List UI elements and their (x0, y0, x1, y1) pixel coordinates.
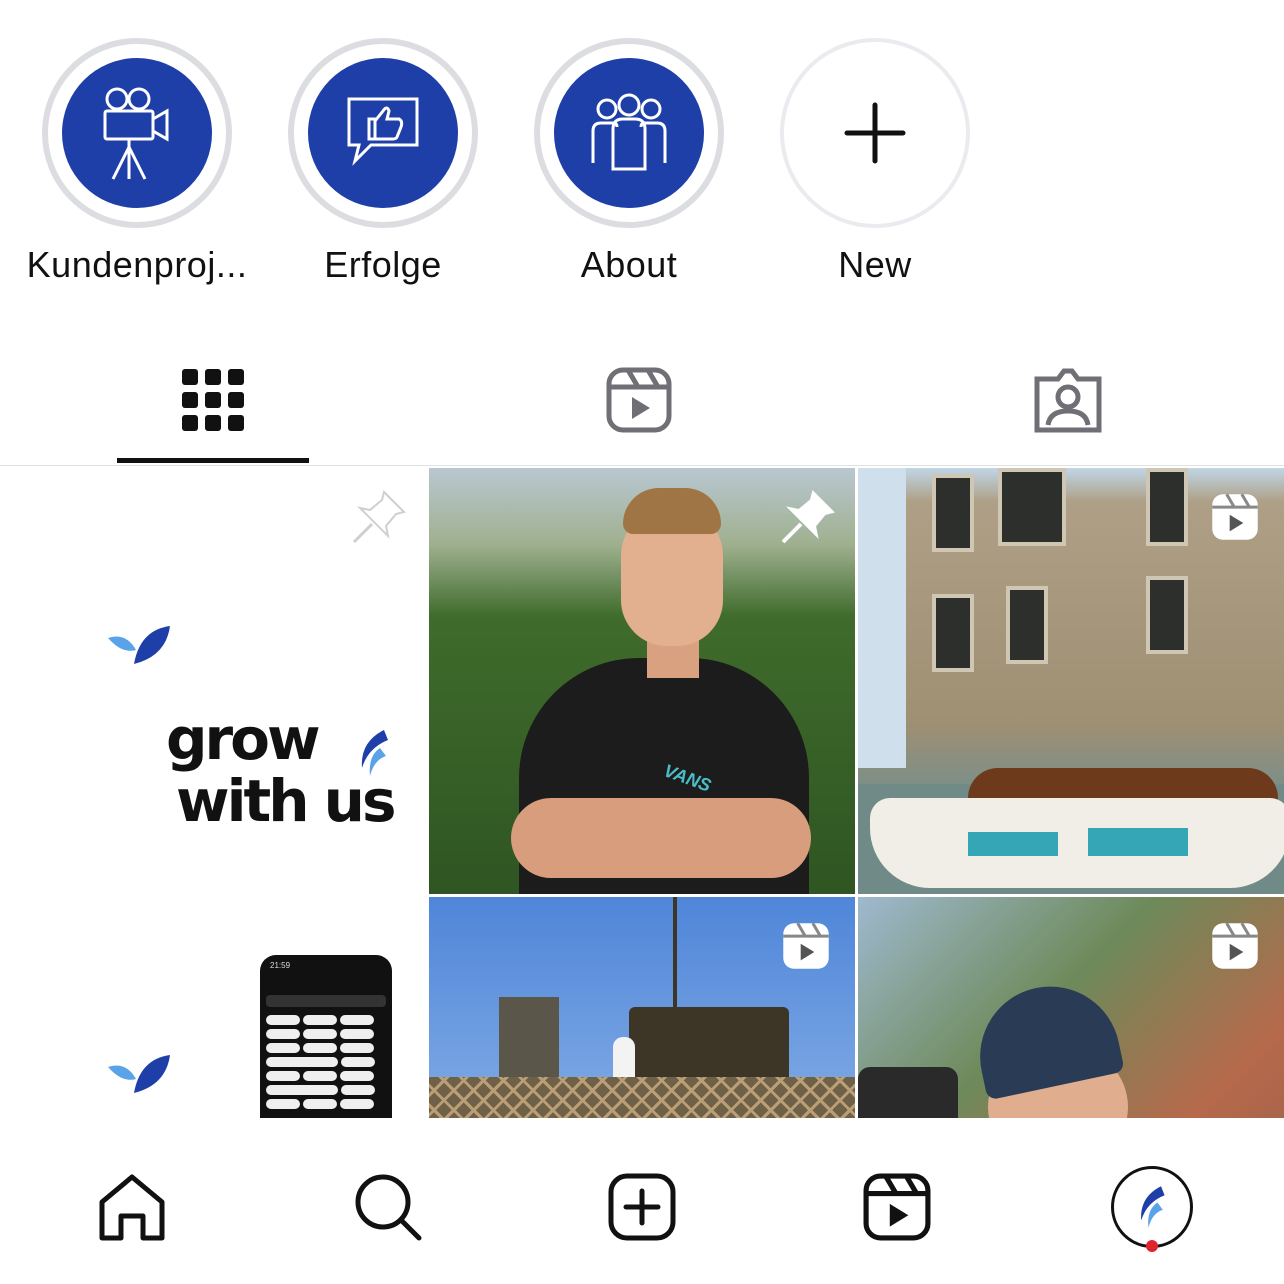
highlight-cover (554, 58, 704, 208)
notification-dot (1146, 1240, 1158, 1252)
post-tile-selfie[interactable] (858, 897, 1284, 1118)
posts-grid: grow with us VANS 21:59 (0, 468, 1284, 1118)
highlight-label: New (838, 244, 912, 285)
highlight-label: Erfolge (324, 244, 442, 285)
sticker-row (266, 1099, 374, 1109)
post-tile-story-stickers[interactable]: 21:59 (0, 897, 426, 1118)
phone-time: 21:59 (270, 961, 291, 970)
photo-hair (623, 488, 721, 534)
reels-icon (1212, 922, 1258, 969)
story-highlights: Kundenproj... Erfolge About New (0, 0, 1284, 300)
grid-icon (182, 369, 244, 431)
sticker-row (266, 1057, 375, 1067)
reels-icon (1212, 493, 1258, 540)
photo-window (1146, 576, 1188, 654)
photo-boat-seat (1088, 828, 1188, 856)
highlight-ring (534, 38, 724, 228)
tab-posts[interactable] (165, 364, 261, 436)
highlight-ring (288, 38, 478, 228)
highlight-cover (780, 38, 970, 228)
pin-icon (781, 490, 835, 544)
post-tile-portrait[interactable]: VANS (429, 468, 855, 894)
post-tile-pirate-ship[interactable] (429, 897, 855, 1118)
plus-icon (844, 102, 906, 164)
photo-window (998, 468, 1066, 546)
nav-create[interactable] (587, 1152, 697, 1262)
post-tile-lake-boat[interactable] (858, 468, 1284, 894)
photo-phone (858, 1067, 958, 1118)
highlight-label: Kundenproj... (26, 244, 248, 285)
profile-tabs (0, 340, 1284, 466)
photo-net (429, 1077, 855, 1118)
nav-search[interactable] (333, 1152, 443, 1262)
brand-logo-icon (1141, 1186, 1165, 1228)
group-icon (591, 93, 667, 171)
profile-avatar (1111, 1166, 1193, 1248)
video-camera-icon (103, 87, 169, 180)
post-tile-grow-with-us[interactable]: grow with us (0, 468, 426, 894)
tab-reels[interactable] (591, 364, 687, 436)
nav-home[interactable] (77, 1152, 187, 1262)
photo-boat-seat (968, 832, 1058, 856)
reels-icon (606, 367, 672, 433)
thumbs-up-chat-icon (347, 97, 419, 166)
highlight-cover (308, 58, 458, 208)
tagged-user-icon (1034, 368, 1102, 433)
photo-window (932, 594, 974, 672)
tab-tagged[interactable] (1020, 364, 1116, 436)
sticker-row (266, 1029, 374, 1039)
sticker-row (266, 1085, 375, 1095)
reels-icon (783, 922, 829, 969)
search-icon (355, 1174, 422, 1241)
photo-sky (858, 468, 906, 768)
home-icon (99, 1174, 165, 1241)
highlight-ring (42, 38, 232, 228)
active-tab-indicator (117, 458, 309, 463)
brand-leaf-icon (108, 1055, 170, 1093)
photo-arms (511, 798, 811, 878)
sticker-row (266, 1043, 374, 1053)
with-us-text: with us (176, 767, 396, 835)
phone-mockup: 21:59 (260, 955, 392, 1118)
brand-logo-icon (361, 730, 388, 776)
photo-window (932, 474, 974, 552)
highlight-label: About (580, 244, 678, 285)
sticker-row (266, 1015, 374, 1025)
photo-window (1146, 468, 1188, 546)
highlight-cover (62, 58, 212, 208)
add-post-icon (608, 1173, 676, 1241)
brand-leaf-icon (108, 626, 170, 664)
phone-search-bar (266, 995, 386, 1007)
photo-boat-hull (870, 798, 1284, 888)
photo-window (1006, 586, 1048, 664)
bottom-navigation (0, 1118, 1284, 1284)
reels-icon (863, 1173, 931, 1241)
sticker-row (266, 1071, 374, 1081)
pin-icon (352, 490, 406, 544)
nav-reels[interactable] (842, 1152, 952, 1262)
